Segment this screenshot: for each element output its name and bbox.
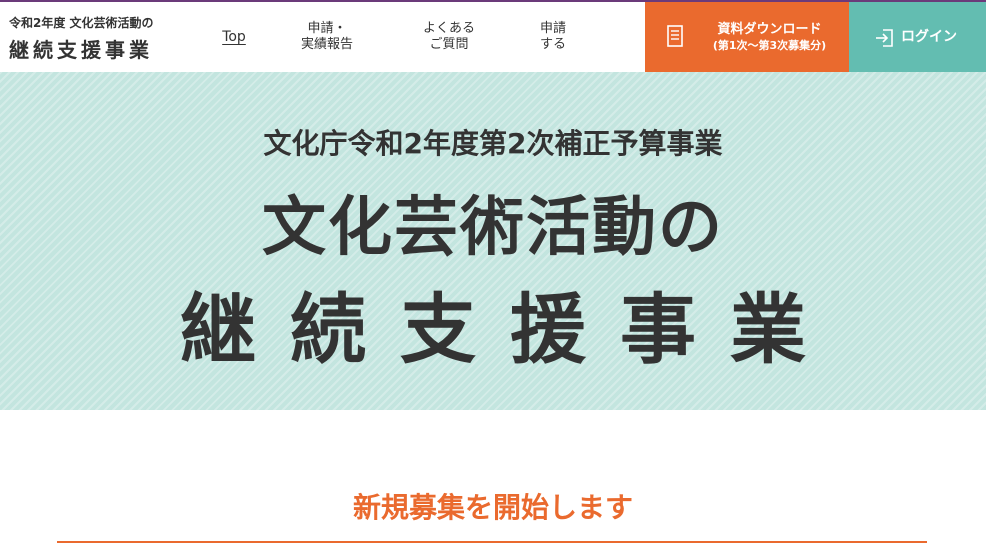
notice-heading: 新規募集を開始します xyxy=(352,491,633,524)
download-materials-button[interactable]: 資料ダウンロード (第1次～第3次募集分) xyxy=(645,2,849,72)
site-logo[interactable]: 令和2年度 文化芸術活動の 継続支援事業 xyxy=(9,14,159,64)
nav-faq-line2: ご質問 xyxy=(429,37,469,52)
nav-report-line2: 実績報告 xyxy=(300,37,353,52)
nav-apply-line1: 申請 xyxy=(539,21,566,36)
nav-apply[interactable]: 申請 する xyxy=(530,2,576,72)
nav-application-report[interactable]: 申請・ 実績報告 xyxy=(290,2,364,72)
download-label: 資料ダウンロード xyxy=(717,22,822,37)
notice-divider xyxy=(57,541,927,543)
nav-faq-line1: よくある xyxy=(422,21,475,36)
site-header: 令和2年度 文化芸術活動の 継続支援事業 Top 申請・ 実績報告 よくある ご… xyxy=(0,2,986,72)
nav-report-line1: 申請・ xyxy=(307,21,347,36)
hero-title-line1: 文化芸術活動の xyxy=(262,191,724,265)
hero-title-line2: 継続支援事業 xyxy=(180,285,840,374)
download-sublabel: (第1次～第3次募集分) xyxy=(712,39,827,52)
login-label: ログイン xyxy=(901,29,957,45)
nav-apply-line2: する xyxy=(539,37,566,52)
nav-top-label: Top xyxy=(222,29,246,45)
nav-top[interactable]: Top xyxy=(214,2,254,72)
logo-title: 継続支援事業 xyxy=(9,38,153,62)
hero-banner: 文化庁令和2年度第2次補正予算事業 文化芸術活動の 継続支援事業 xyxy=(0,72,986,410)
nav-faq[interactable]: よくある ご質問 xyxy=(414,2,484,72)
document-icon xyxy=(667,25,683,47)
logo-subtitle: 令和2年度 文化芸術活動の xyxy=(9,16,154,30)
login-icon xyxy=(876,29,893,47)
hero-subtitle: 文化庁令和2年度第2次補正予算事業 xyxy=(263,127,723,160)
login-button[interactable]: ログイン xyxy=(849,2,986,72)
